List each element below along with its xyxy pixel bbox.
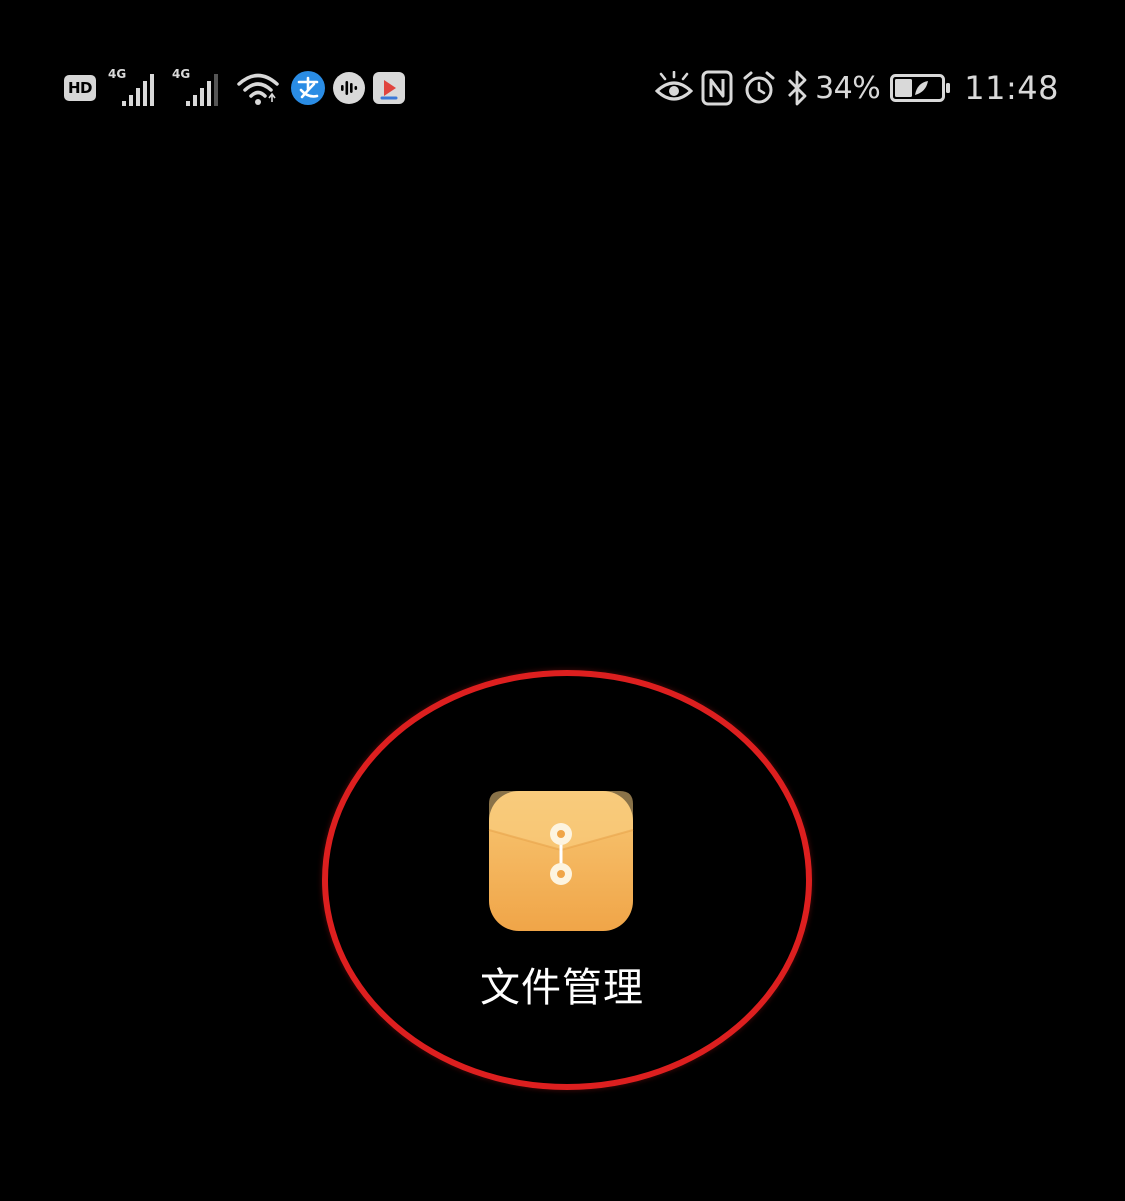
alarm-icon	[743, 71, 775, 104]
hd-voice-badge: HD	[64, 75, 96, 101]
file-manager-app[interactable]	[488, 790, 634, 932]
signal-bars-icon	[186, 74, 218, 106]
status-bar-left: HD 4G 4G	[64, 60, 406, 116]
battery-percent: 34%	[815, 70, 881, 106]
voice-assistant-icon	[333, 72, 365, 104]
signal-bars-icon	[122, 74, 154, 106]
alipay-icon	[291, 71, 325, 105]
video-app-icon	[373, 72, 405, 104]
bluetooth-icon	[788, 70, 807, 106]
file-manager-icon[interactable]	[488, 790, 634, 932]
clock: 11:48	[964, 69, 1059, 107]
wifi-icon	[237, 73, 279, 105]
nfc-icon	[701, 70, 733, 106]
app-label-file-manager[interactable]: 文件管理	[432, 955, 692, 1013]
sim1-signal: 4G	[108, 68, 164, 108]
eye-comfort-icon	[655, 71, 694, 101]
status-bar-right: 34% 11:48	[647, 60, 1059, 116]
status-bar: HD 4G 4G 34% 11:48	[0, 60, 1125, 116]
battery-icon	[890, 74, 951, 102]
sim2-signal: 4G	[172, 68, 228, 108]
